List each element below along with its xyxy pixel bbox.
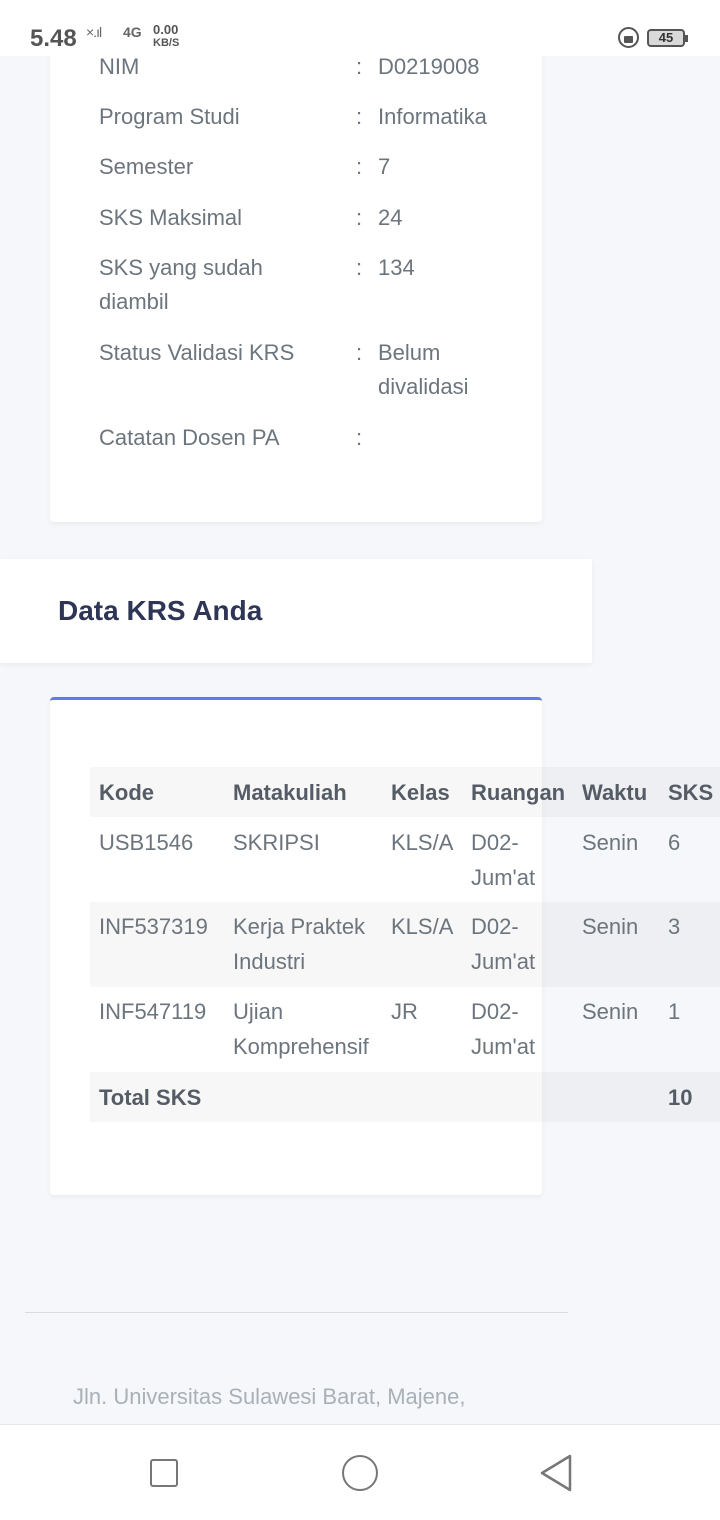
- status-validasi-value: Belum divalidasi: [378, 340, 469, 399]
- table-row: INF537319 Kerja Praktek Industri KLS/A D…: [90, 902, 720, 987]
- table-header-row: Kode Matakuliah Kelas Ruangan Waktu SKS: [90, 767, 720, 817]
- recent-apps-icon[interactable]: [150, 1459, 178, 1487]
- cell-sks: 3: [668, 914, 681, 939]
- cell-sks: 1: [668, 999, 681, 1024]
- semester-colon: :: [356, 154, 363, 179]
- back-icon[interactable]: [538, 1453, 574, 1493]
- catatan-dosen-colon: :: [356, 425, 363, 450]
- table-row: INF547119 Ujian Komprehensif JR D02-Jum'…: [90, 987, 720, 1072]
- header-ruangan: Ruangan: [471, 780, 566, 805]
- status-validasi-colon: :: [356, 340, 363, 365]
- header-sks: SKS: [668, 780, 714, 805]
- cell-matakuliah: Ujian Komprehensif: [233, 999, 369, 1059]
- program-studi-colon: :: [356, 104, 363, 129]
- cell-ruangan: D02-Jum'at: [471, 914, 536, 974]
- status-bar: 5.48 ×.ıl 4G 0.00 KB/S 45: [0, 0, 720, 56]
- section-title: Data KRS Anda: [58, 595, 263, 626]
- cell-ruangan: D02-Jum'at: [471, 830, 536, 890]
- clock: 5.48: [30, 25, 77, 52]
- table-total-row: Total SKS 10: [90, 1072, 720, 1122]
- cell-matakuliah: Kerja Praktek Industri: [233, 914, 366, 974]
- program-studi-value: Informatika: [378, 104, 487, 129]
- table-row: USB1546 SKRIPSI KLS/A D02-Jum'at Senin 6: [90, 817, 720, 902]
- sks-maksimal-value: 24: [378, 205, 403, 230]
- cell-waktu: Senin: [582, 999, 639, 1024]
- cell-kelas: JR: [391, 999, 418, 1024]
- sks-diambil-label: SKS yang sudah diambil: [99, 255, 263, 314]
- home-icon[interactable]: [342, 1455, 378, 1491]
- status-validasi-label: Status Validasi KRS: [99, 340, 295, 365]
- section-header: Data KRS Anda: [0, 559, 592, 663]
- header-kelas: Kelas: [391, 780, 450, 805]
- header-waktu: Waktu: [582, 780, 648, 805]
- program-studi-label: Program Studi: [99, 104, 240, 129]
- sks-diambil-value: 134: [378, 255, 415, 280]
- speed-value: 0.00: [153, 22, 179, 37]
- cell-kelas: KLS/A: [391, 830, 454, 855]
- battery-icon: 45: [647, 29, 688, 47]
- total-sks-value: 10: [668, 1085, 693, 1110]
- cell-kode: INF547119: [99, 999, 207, 1024]
- cell-waktu: Senin: [582, 830, 639, 855]
- footer-address: Jln. Universitas Sulawesi Barat, Majene,: [73, 1384, 466, 1409]
- sks-maksimal-colon: :: [356, 205, 363, 230]
- cell-kelas: KLS/A: [391, 914, 454, 939]
- cell-waktu: Senin: [582, 914, 639, 939]
- navigation-bar: [0, 1424, 720, 1520]
- catatan-dosen-label: Catatan Dosen PA: [99, 425, 280, 450]
- header-kode: Kode: [99, 780, 154, 805]
- sks-diambil-colon: :: [356, 255, 363, 280]
- sks-maksimal-label: SKS Maksimal: [99, 205, 243, 230]
- network-type: 4G: [123, 24, 142, 40]
- cell-kode: INF537319: [99, 914, 208, 939]
- cell-matakuliah: SKRIPSI: [233, 830, 320, 855]
- network-speed: 0.00 KB/S: [153, 22, 180, 49]
- cell-kode: USB1546: [99, 830, 194, 855]
- semester-label: Semester: [99, 154, 194, 179]
- speed-unit: KB/S: [153, 37, 180, 49]
- semester-value: 7: [378, 154, 391, 179]
- signal-icon: ×.ıl: [86, 24, 102, 40]
- header-matakuliah: Matakuliah: [233, 780, 347, 805]
- total-sks-label: Total SKS: [99, 1085, 202, 1110]
- cell-ruangan: D02-Jum'at: [471, 999, 536, 1059]
- rotation-lock-icon: [618, 27, 639, 48]
- footer-divider: [25, 1312, 568, 1313]
- cell-sks: 6: [668, 830, 681, 855]
